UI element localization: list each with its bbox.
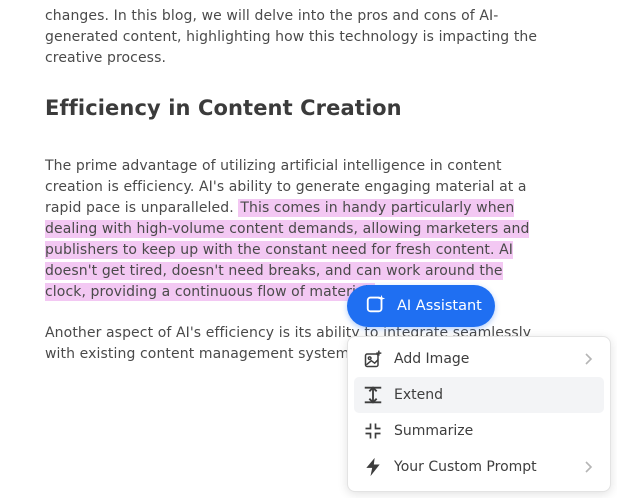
menu-item-label: Summarize xyxy=(394,423,474,439)
menu-item-label: Your Custom Prompt xyxy=(394,459,537,475)
menu-item-label: Add Image xyxy=(394,351,470,367)
menu-item-label: Extend xyxy=(394,387,443,403)
intro-paragraph: changes. In this blog, we will delve int… xyxy=(45,8,538,66)
chevron-right-icon xyxy=(582,352,594,366)
chevron-right-icon xyxy=(582,460,594,474)
menu-item-custom-prompt[interactable]: Your Custom Prompt xyxy=(354,449,604,485)
menu-item-add-image[interactable]: Add Image xyxy=(354,341,604,377)
image-add-icon xyxy=(362,348,384,370)
ai-assistant-menu: Add Image Extend Summarize Your Custom P… xyxy=(347,336,611,492)
lightning-icon xyxy=(362,456,384,478)
ai-assistant-label: AI Assistant xyxy=(397,298,482,314)
menu-item-summarize[interactable]: Summarize xyxy=(354,413,604,449)
body-paragraph-1: The prime advantage of utilizing artific… xyxy=(45,156,545,303)
collapse-icon xyxy=(362,420,384,442)
menu-item-extend[interactable]: Extend xyxy=(354,377,604,413)
ai-assistant-button[interactable]: AI Assistant xyxy=(347,285,495,327)
ai-sparkle-icon xyxy=(365,293,387,319)
extend-icon xyxy=(362,384,384,406)
section-heading: Efficiency in Content Creation xyxy=(45,96,402,120)
